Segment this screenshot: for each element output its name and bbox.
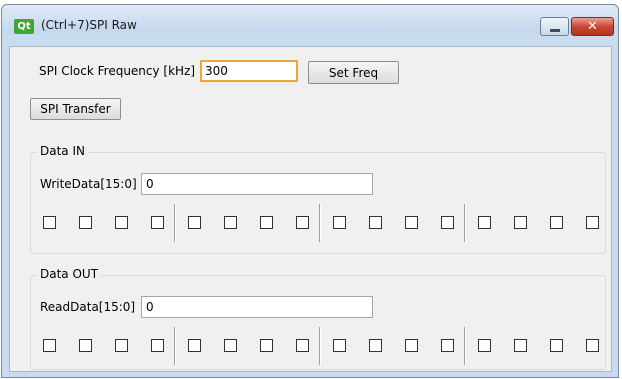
nibble-separator	[319, 204, 321, 242]
close-icon: ✕	[587, 19, 598, 34]
write-data-bit-3-checkbox[interactable]	[478, 216, 491, 229]
read-data-label: ReadData[15:0]	[40, 300, 136, 314]
write-data-bit-5-checkbox[interactable]	[405, 216, 418, 229]
write-data-bit-12-checkbox[interactable]	[151, 216, 164, 229]
nibble-separator	[319, 327, 321, 365]
read-data-bit-14-checkbox[interactable]	[79, 339, 92, 352]
write-data-bit-checkboxes	[39, 204, 619, 242]
read-data-bit-1-checkbox[interactable]	[550, 339, 563, 352]
data-in-title: Data IN	[37, 144, 88, 158]
read-data-bit-13-checkbox[interactable]	[115, 339, 128, 352]
read-data-bit-3-checkbox[interactable]	[478, 339, 491, 352]
client-area: SPI Clock Frequency [kHz] 300 Set Freq S…	[9, 46, 612, 372]
read-data-bit-0-checkbox[interactable]	[586, 339, 599, 352]
write-data-bit-0-checkbox[interactable]	[586, 216, 599, 229]
read-data-bit-5-checkbox[interactable]	[405, 339, 418, 352]
write-data-label: WriteData[15:0]	[40, 177, 137, 191]
close-button[interactable]: ✕	[571, 17, 614, 36]
write-data-bit-14-checkbox[interactable]	[79, 216, 92, 229]
data-in-group: Data IN WriteData[15:0] 0	[30, 144, 606, 254]
window-title: (Ctrl+7)SPI Raw	[41, 18, 137, 32]
write-data-bit-7-checkbox[interactable]	[333, 216, 346, 229]
clock-frequency-input[interactable]: 300	[200, 60, 298, 82]
read-data-bit-12-checkbox[interactable]	[151, 339, 164, 352]
read-data-bit-2-checkbox[interactable]	[514, 339, 527, 352]
nibble-separator	[464, 204, 466, 242]
data-out-title: Data OUT	[37, 267, 102, 281]
read-data-bit-11-checkbox[interactable]	[188, 339, 201, 352]
nibble-separator	[174, 204, 176, 242]
write-data-bit-13-checkbox[interactable]	[115, 216, 128, 229]
read-data-bit-9-checkbox[interactable]	[260, 339, 273, 352]
read-data-bit-4-checkbox[interactable]	[441, 339, 454, 352]
read-data-bit-15-checkbox[interactable]	[43, 339, 56, 352]
write-data-bit-6-checkbox[interactable]	[369, 216, 382, 229]
write-data-bit-2-checkbox[interactable]	[514, 216, 527, 229]
spi-transfer-button[interactable]: SPI Transfer	[30, 98, 121, 120]
write-data-bit-4-checkbox[interactable]	[441, 216, 454, 229]
write-data-bit-1-checkbox[interactable]	[550, 216, 563, 229]
title-bar[interactable]: Qt (Ctrl+7)SPI Raw ✕	[2, 5, 618, 36]
write-data-bit-9-checkbox[interactable]	[260, 216, 273, 229]
nibble-separator	[464, 327, 466, 365]
data-out-group: Data OUT ReadData[15:0] 0	[30, 267, 606, 370]
write-data-bit-10-checkbox[interactable]	[224, 216, 237, 229]
nibble-separator	[174, 327, 176, 365]
read-data-bit-checkboxes	[39, 327, 619, 365]
write-data-bit-15-checkbox[interactable]	[43, 216, 56, 229]
clock-frequency-label: SPI Clock Frequency [kHz]	[39, 64, 196, 78]
spi-raw-window: Qt (Ctrl+7)SPI Raw ✕ SPI Clock Frequency…	[1, 4, 619, 378]
read-data-bit-10-checkbox[interactable]	[224, 339, 237, 352]
qt-logo-icon: Qt	[14, 19, 34, 34]
write-data-input[interactable]: 0	[141, 173, 373, 195]
write-data-bit-11-checkbox[interactable]	[188, 216, 201, 229]
read-data-bit-7-checkbox[interactable]	[333, 339, 346, 352]
read-data-bit-6-checkbox[interactable]	[369, 339, 382, 352]
write-data-bit-8-checkbox[interactable]	[296, 216, 309, 229]
minimize-button[interactable]	[540, 17, 569, 36]
read-data-input[interactable]: 0	[141, 296, 373, 318]
read-data-bit-8-checkbox[interactable]	[296, 339, 309, 352]
set-freq-button[interactable]: Set Freq	[308, 61, 399, 84]
